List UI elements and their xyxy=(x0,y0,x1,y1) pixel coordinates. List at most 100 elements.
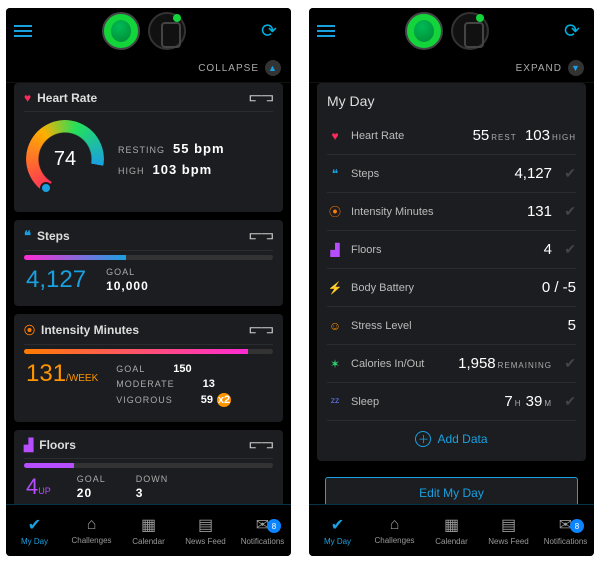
row-label: Sleep xyxy=(351,396,496,408)
chart-icon[interactable]: ⫍⫎ xyxy=(250,324,273,337)
floors-down-label: DOWN xyxy=(136,474,169,484)
intensity-goal-value: 150 xyxy=(173,363,191,375)
check-icon: ✔ xyxy=(331,515,344,535)
row-heart-rate[interactable]: ♥ Heart Rate 55REST 103HIGH xyxy=(327,117,576,155)
calories-unit: REMAINING xyxy=(498,361,552,370)
chart-icon[interactable]: ⫍⫎ xyxy=(250,439,273,452)
chart-icon[interactable]: ⫍⫎ xyxy=(250,230,273,243)
intensity-icon: ⦿ xyxy=(24,322,35,338)
row-steps[interactable]: ❝ Steps 4,127 ✔ xyxy=(327,155,576,193)
stairs-icon: ▟ xyxy=(327,243,343,257)
heart-rate-value: 74 xyxy=(26,120,104,198)
chevron-icon: ✔ xyxy=(560,241,576,258)
footsteps-icon: ❝ xyxy=(327,167,343,181)
hr-rest-unit: REST xyxy=(491,133,516,142)
news-icon: ▤ xyxy=(198,515,213,535)
sync-icon[interactable]: ⟳ xyxy=(255,17,283,45)
phone-screen-expanded: ⟳ COLLAPSE ▲ ♥ Heart Rate ⫍⫎ 74 xyxy=(6,8,291,556)
row-calories[interactable]: ✶ Calories In/Out 1,958REMAINING ✔ xyxy=(327,345,576,383)
menu-icon[interactable] xyxy=(317,24,335,38)
bottom-nav: ✔ My Day ⌂ Challenges ▦Calendar ▤ News Feed… xyxy=(309,504,594,556)
nav-my-day[interactable]: ✔ My Day xyxy=(309,515,366,546)
edit-my-day-button[interactable]: Edit My Day xyxy=(325,477,578,504)
news-icon: ▤ xyxy=(501,515,516,535)
nav-calendar[interactable]: ▦ Calendar xyxy=(120,515,177,546)
device-watch-icon[interactable] xyxy=(148,12,186,50)
nav-label: Challenges xyxy=(374,536,414,545)
row-body-battery[interactable]: ⚡ Body Battery 0 / -5 xyxy=(327,269,576,307)
card-floors[interactable]: ▟ Floors ⫍⫎ 4UP GOAL20 DOWN3 xyxy=(14,430,283,504)
menu-icon[interactable] xyxy=(14,24,32,38)
collapse-toggle[interactable]: COLLAPSE ▲ xyxy=(6,54,291,83)
row-value: 131 xyxy=(527,203,552,220)
body-battery-icon: ⚡ xyxy=(327,281,343,295)
nav-notifications[interactable]: ✉Notifications8 xyxy=(537,515,594,546)
laurel-icon: ⌂ xyxy=(390,516,400,534)
row-label: Steps xyxy=(351,168,506,180)
nav-my-day[interactable]: ✔My Day xyxy=(6,515,63,546)
stairs-icon: ▟ xyxy=(24,438,33,452)
footsteps-icon: ❝ xyxy=(24,228,31,244)
bottom-nav: ✔My Day ⌂Challenges ▦ Calendar ▤News Feed… xyxy=(6,504,291,556)
sleep-minutes: 39 xyxy=(526,393,543,410)
nav-label: Notifications xyxy=(544,537,588,546)
row-label: Intensity Minutes xyxy=(351,206,519,218)
summary-title: My Day xyxy=(327,93,576,109)
row-intensity[interactable]: ⦿ Intensity Minutes 131 ✔ xyxy=(327,193,576,231)
notification-badge: 8 xyxy=(570,519,584,533)
sync-icon[interactable]: ⟳ xyxy=(558,17,586,45)
nav-newsfeed[interactable]: ▤News Feed xyxy=(177,515,234,546)
intensity-value: 131 xyxy=(26,360,66,387)
floors-down-value: 3 xyxy=(136,486,169,500)
avatar-badge[interactable] xyxy=(405,12,443,50)
nav-challenges[interactable]: ⌂ Challenges xyxy=(366,516,423,545)
nav-challenges[interactable]: ⌂Challenges xyxy=(63,516,120,545)
sleep-hours-unit: H xyxy=(515,399,522,408)
chevron-icon: ✔ xyxy=(560,355,576,372)
card-title: Floors xyxy=(39,438,76,452)
calendar-icon: ▦ xyxy=(141,515,156,535)
plus-icon: ＋ xyxy=(415,431,431,447)
device-watch-icon[interactable] xyxy=(451,12,489,50)
high-value: 103 bpm xyxy=(153,162,213,177)
intensity-vigorous-value: 59 xyxy=(201,394,213,406)
expand-label: EXPAND xyxy=(516,63,562,74)
multiplier-badge: x2 xyxy=(217,393,231,407)
hr-high-value: 103 xyxy=(525,127,550,144)
nav-label: Calendar xyxy=(435,537,467,546)
add-data-button[interactable]: ＋ Add Data xyxy=(327,421,576,457)
nav-notifications[interactable]: ✉Notifications8 xyxy=(234,515,291,546)
nav-newsfeed[interactable]: ▤ News Feed xyxy=(480,515,537,546)
laurel-icon: ⌂ xyxy=(87,516,97,534)
nav-label: News Feed xyxy=(488,537,528,546)
avatar-badge[interactable] xyxy=(102,12,140,50)
row-label: Floors xyxy=(351,244,536,256)
topbar: ⟳ xyxy=(6,8,291,54)
heart-icon: ♥ xyxy=(327,129,343,143)
phone-screen-summary: ⟳ EXPAND ▼ My Day ♥ Heart Rate 55REST 10… xyxy=(309,8,594,556)
card-steps[interactable]: ❝ Steps ⫍⫎ 4,127 GOAL 10,000 xyxy=(14,220,283,306)
nav-label: Notifications xyxy=(241,537,285,546)
floors-value: 4 xyxy=(26,474,38,499)
nav-label: Calendar xyxy=(132,537,164,546)
nav-label: My Day xyxy=(324,537,351,546)
sleep-hours: 7 xyxy=(504,393,512,410)
card-heart-rate[interactable]: ♥ Heart Rate ⫍⫎ 74 RESTING 55 bpm xyxy=(14,83,283,212)
floors-goal-label: GOAL xyxy=(77,474,106,484)
expand-toggle[interactable]: EXPAND ▼ xyxy=(309,54,594,83)
floors-unit: UP xyxy=(38,486,51,496)
card-intensity[interactable]: ⦿ Intensity Minutes ⫍⫎ 131/WEEK GOAL150 … xyxy=(14,314,283,422)
row-sleep[interactable]: ᶻᶻ Sleep 7H 39M ✔ xyxy=(327,383,576,421)
stress-icon: ☺ xyxy=(327,319,343,333)
row-stress[interactable]: ☺ Stress Level 5 xyxy=(327,307,576,345)
intensity-unit: /WEEK xyxy=(66,373,98,384)
chevron-down-icon: ▼ xyxy=(568,60,584,76)
row-value: 4,127 xyxy=(514,165,552,182)
steps-value: 4,127 xyxy=(26,266,86,294)
nav-calendar[interactable]: ▦Calendar xyxy=(423,515,480,546)
row-label: Body Battery xyxy=(351,282,534,294)
row-floors[interactable]: ▟ Floors 4 ✔ xyxy=(327,231,576,269)
nav-label: My Day xyxy=(21,537,48,546)
chart-icon[interactable]: ⫍⫎ xyxy=(250,92,273,105)
chevron-icon: ✔ xyxy=(560,165,576,182)
